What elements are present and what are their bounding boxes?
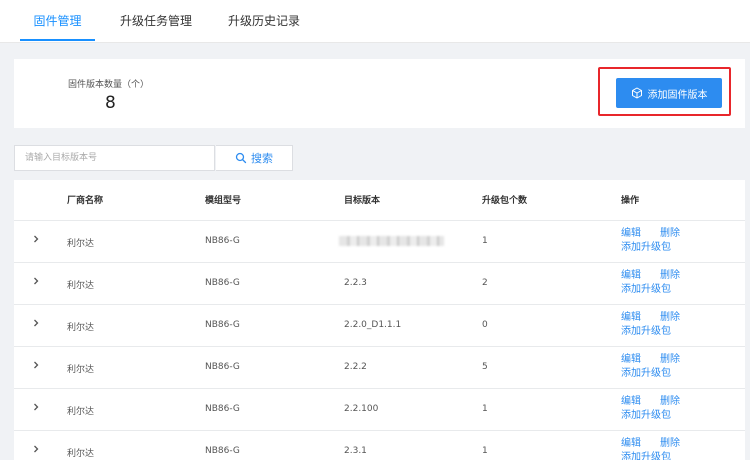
table-row: 利尔达 NB86-G 2.2.3 2 编辑 删除 添加升级包: [14, 262, 745, 305]
table-row: 利尔达 NB86-G 2.2.100 1 编辑 删除 添加升级包: [14, 388, 745, 431]
target-version-cell: 2.2.3: [344, 278, 367, 288]
delete-link[interactable]: 删除: [660, 396, 680, 408]
delete-link[interactable]: 删除: [660, 438, 680, 450]
vendor-cell: 利尔达: [67, 449, 95, 459]
model-cell: NB86-G: [205, 236, 240, 246]
firmware-count-label: 固件版本数量（个）: [68, 80, 150, 90]
table-header: 厂商名称 模组型号 目标版本 升级包个数 操作: [14, 180, 745, 221]
add-package-link[interactable]: 添加升级包: [621, 284, 671, 296]
edit-link[interactable]: 编辑: [621, 228, 641, 240]
add-package-link[interactable]: 添加升级包: [621, 410, 671, 422]
package-count-cell: 0: [482, 320, 488, 330]
package-count-cell: 5: [482, 362, 488, 372]
firmware-table: 厂商名称 模组型号 目标版本 升级包个数 操作 利尔达 NB86-G 1 编辑 …: [14, 180, 745, 460]
stats-card: 固件版本数量（个） 8 添加固件版本: [14, 59, 745, 128]
column-header-model: 模组型号: [205, 196, 242, 206]
vendor-cell: 利尔达: [67, 281, 95, 291]
table-row: 利尔达 NB86-G 2.2.0_D1.1.1 0 编辑 删除 添加升级包: [14, 304, 745, 347]
vendor-cell: 利尔达: [67, 407, 95, 417]
search-button[interactable]: 搜索: [216, 145, 293, 171]
edit-link[interactable]: 编辑: [621, 270, 641, 282]
target-version-cell: 2.2.2: [344, 362, 367, 372]
chevron-right-icon[interactable]: [31, 276, 41, 286]
vendor-cell: 利尔达: [67, 365, 95, 375]
column-header-package-count: 升级包个数: [482, 196, 528, 206]
target-version-cell: 2.3.1: [344, 446, 367, 456]
table-row: 利尔达 NB86-G 2.2.2 5 编辑 删除 添加升级包: [14, 346, 745, 389]
add-package-link[interactable]: 添加升级包: [621, 242, 671, 254]
target-version-cell: 2.2.100: [344, 404, 379, 414]
table-row: 利尔达 NB86-G 1 编辑 删除 添加升级包: [14, 220, 745, 263]
add-package-link[interactable]: 添加升级包: [621, 326, 671, 338]
chevron-right-icon[interactable]: [31, 318, 41, 328]
delete-link[interactable]: 删除: [660, 228, 680, 240]
redacted-version: [339, 236, 444, 246]
vendor-cell: 利尔达: [67, 239, 95, 249]
delete-link[interactable]: 删除: [660, 312, 680, 324]
active-tab-indicator: [20, 39, 95, 41]
search-button-label: 搜索: [251, 152, 273, 165]
chevron-right-icon[interactable]: [31, 444, 41, 454]
model-cell: NB86-G: [205, 404, 240, 414]
package-count-cell: 1: [482, 236, 488, 246]
model-cell: NB86-G: [205, 446, 240, 456]
package-count-cell: 1: [482, 404, 488, 414]
package-count-cell: 2: [482, 278, 488, 288]
edit-link[interactable]: 编辑: [621, 396, 641, 408]
chevron-right-icon[interactable]: [31, 234, 41, 244]
edit-link[interactable]: 编辑: [621, 312, 641, 324]
vendor-cell: 利尔达: [67, 323, 95, 333]
column-header-actions: 操作: [621, 196, 640, 206]
search-icon: [235, 152, 247, 164]
tab-firmware-management[interactable]: 固件管理: [20, 0, 95, 42]
model-cell: NB86-G: [205, 362, 240, 372]
tab-upgrade-task-management[interactable]: 升级任务管理: [110, 0, 202, 42]
chevron-right-icon[interactable]: [31, 360, 41, 370]
column-header-vendor: 厂商名称: [67, 196, 104, 206]
add-package-link[interactable]: 添加升级包: [621, 452, 671, 460]
model-cell: NB86-G: [205, 278, 240, 288]
chevron-right-icon[interactable]: [31, 402, 41, 412]
target-version-cell: 2.2.0_D1.1.1: [344, 320, 402, 330]
tab-upgrade-history[interactable]: 升级历史记录: [218, 0, 310, 42]
firmware-count-value: 8: [105, 93, 116, 113]
delete-link[interactable]: 删除: [660, 354, 680, 366]
package-count-cell: 1: [482, 446, 488, 456]
tab-bar: 固件管理 升级任务管理 升级历史记录: [0, 0, 750, 43]
add-firmware-version-label: 添加固件版本: [647, 89, 708, 101]
column-header-target-version: 目标版本: [344, 196, 381, 206]
cube-icon: [631, 87, 642, 99]
target-version-search-input[interactable]: [14, 145, 215, 171]
edit-link[interactable]: 编辑: [621, 438, 641, 450]
delete-link[interactable]: 删除: [660, 270, 680, 282]
edit-link[interactable]: 编辑: [621, 354, 641, 366]
model-cell: NB86-G: [205, 320, 240, 330]
table-row: 利尔达 NB86-G 2.3.1 1 编辑 删除 添加升级包: [14, 430, 745, 460]
add-package-link[interactable]: 添加升级包: [621, 368, 671, 380]
add-firmware-version-button[interactable]: 添加固件版本: [616, 78, 722, 108]
